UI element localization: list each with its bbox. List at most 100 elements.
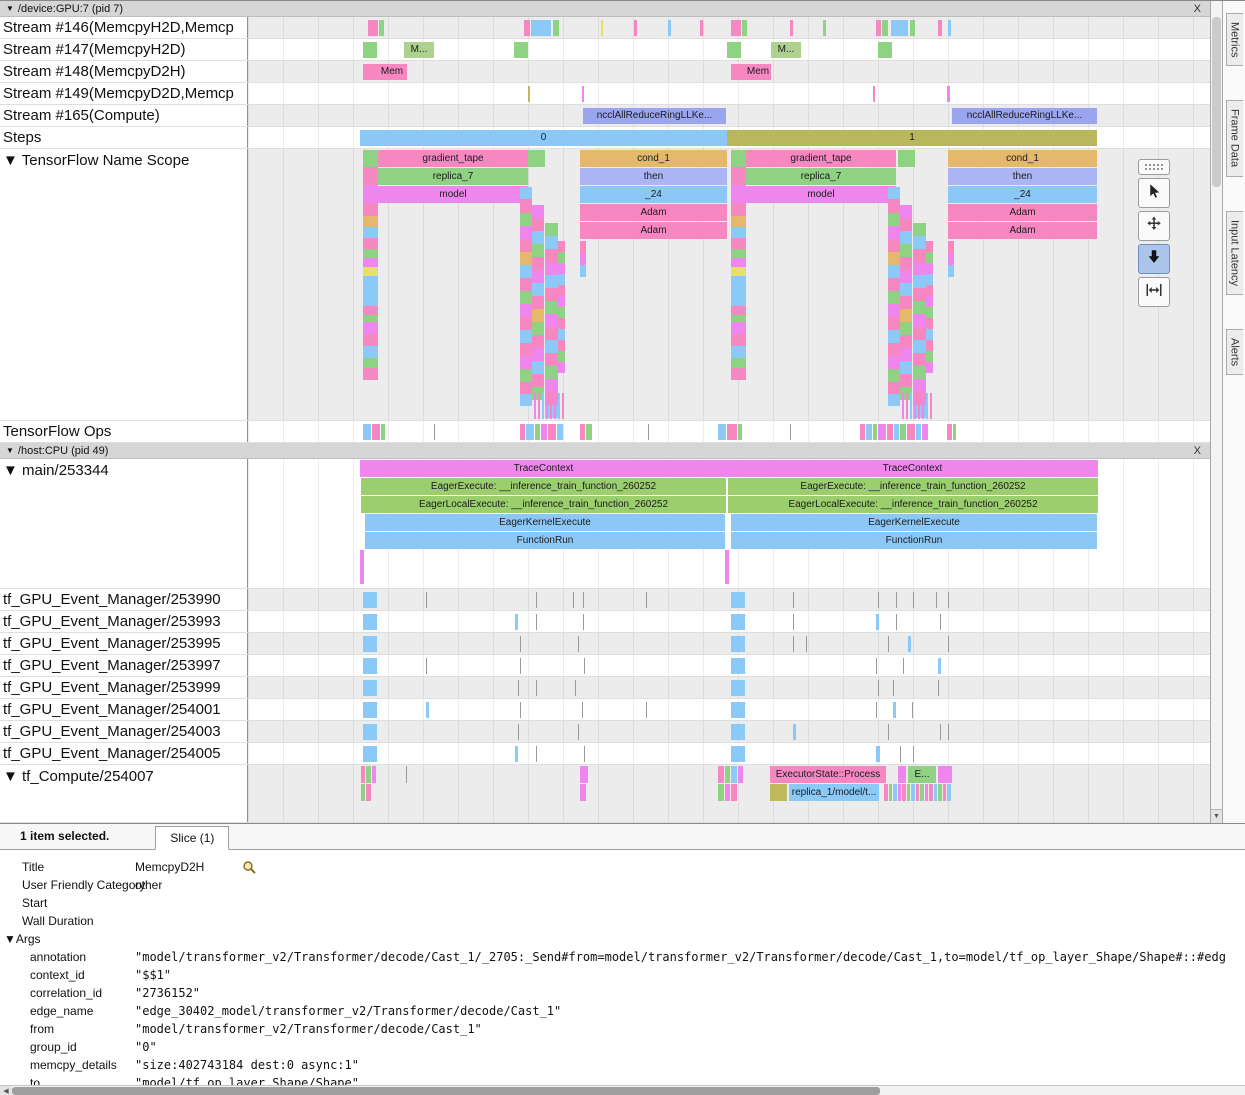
row-track[interactable]: [248, 677, 1210, 698]
stack-segment[interactable]: [913, 366, 926, 379]
timeline-slice[interactable]: [893, 680, 894, 696]
stack-segment[interactable]: [914, 393, 916, 419]
timeline-slice[interactable]: EagerKernelExecute: [365, 514, 725, 531]
stack-segment[interactable]: [900, 348, 912, 361]
timeline-slice[interactable]: [907, 784, 910, 801]
stack-segment[interactable]: [558, 285, 565, 296]
collapse-icon[interactable]: ▼: [6, 4, 14, 13]
stack-segment[interactable]: [910, 393, 912, 419]
scrollbar-thumb[interactable]: [12, 1087, 880, 1095]
stack-segment[interactable]: [363, 276, 378, 306]
stack-segment[interactable]: [902, 393, 904, 419]
scrollbar-thumb[interactable]: [1212, 17, 1221, 187]
stack-segment[interactable]: [900, 218, 912, 231]
stack-segment[interactable]: [888, 343, 900, 356]
timeline-slice[interactable]: model: [378, 186, 528, 203]
stack-segment[interactable]: [731, 322, 746, 334]
stack-segment[interactable]: [900, 322, 912, 335]
timeline-slice[interactable]: [938, 680, 939, 696]
timeline-slice[interactable]: [731, 64, 745, 80]
stack-segment[interactable]: [731, 216, 746, 227]
stack-segment[interactable]: [926, 274, 933, 285]
timeline-slice[interactable]: [911, 784, 915, 801]
timeline-slice[interactable]: [888, 724, 889, 740]
timeline-slice[interactable]: gradient_tape: [746, 150, 896, 167]
timeline-slice[interactable]: [907, 424, 915, 440]
timeline-slice[interactable]: [938, 658, 941, 674]
timeline-slice[interactable]: [727, 424, 737, 440]
stack-segment[interactable]: [731, 238, 746, 249]
timeline-slice[interactable]: [873, 86, 875, 102]
stack-segment[interactable]: [888, 199, 900, 213]
timeline-slice[interactable]: [731, 746, 745, 762]
row-track[interactable]: M...M...: [248, 39, 1210, 60]
selection-tool-button[interactable]: [1138, 178, 1170, 208]
row-track[interactable]: [248, 655, 1210, 676]
timeline-slice[interactable]: [882, 20, 888, 36]
row-track[interactable]: [248, 633, 1210, 654]
timeline-slice[interactable]: [520, 424, 525, 440]
stack-segment[interactable]: [888, 394, 900, 406]
timeline-slice[interactable]: [893, 702, 896, 718]
timeline-slice[interactable]: EagerKernelExecute: [731, 514, 1097, 531]
timeline-slice[interactable]: [920, 784, 924, 801]
timeline-slice[interactable]: [360, 550, 364, 584]
timeline-slice[interactable]: [896, 592, 897, 608]
timeline-slice[interactable]: EagerExecute: __inference_train_function…: [361, 478, 726, 495]
stack-segment[interactable]: [545, 275, 558, 288]
stack-segment[interactable]: [731, 315, 746, 322]
timeline-slice[interactable]: [366, 784, 371, 801]
row-track[interactable]: [248, 743, 1210, 764]
stack-segment[interactable]: [520, 226, 532, 239]
stack-segment[interactable]: [520, 304, 532, 317]
timeline-slice[interactable]: [668, 20, 671, 36]
timeline-slice[interactable]: [648, 424, 649, 440]
timeline-slice[interactable]: [898, 150, 915, 167]
timeline-slice[interactable]: [634, 20, 637, 36]
timeline-slice[interactable]: [535, 424, 540, 440]
side-tab-metrics[interactable]: Metrics: [1226, 13, 1243, 66]
stack-segment[interactable]: [900, 231, 912, 244]
stack-segment[interactable]: [926, 252, 933, 263]
stack-segment[interactable]: [532, 231, 544, 244]
timeline-slice[interactable]: [363, 658, 377, 674]
timeline-slice[interactable]: [725, 766, 730, 783]
stack-segment[interactable]: [532, 270, 544, 283]
scroll-left-button[interactable]: ◀: [0, 1086, 12, 1095]
timeline-slice[interactable]: [891, 20, 908, 36]
timeline-slice[interactable]: [910, 20, 915, 36]
stack-segment[interactable]: [888, 369, 900, 382]
timeline-slice[interactable]: [583, 592, 584, 608]
close-button[interactable]: X: [1191, 3, 1204, 15]
timeline-slice[interactable]: [573, 592, 574, 608]
timeline-slice[interactable]: [363, 724, 377, 740]
timeline-slice[interactable]: [876, 702, 877, 718]
tab-slice[interactable]: Slice (1): [155, 826, 229, 850]
timeline-slice[interactable]: [793, 592, 794, 608]
timeline-slice[interactable]: [731, 636, 745, 652]
stack-segment[interactable]: [731, 334, 746, 346]
stack-segment[interactable]: [545, 353, 558, 366]
stack-segment[interactable]: [913, 275, 926, 288]
timeline-slice[interactable]: FunctionRun: [365, 532, 725, 549]
timeline-slice[interactable]: [426, 592, 427, 608]
timeline-slice[interactable]: Adam: [948, 204, 1097, 221]
timeline-slice[interactable]: ncclAllReduceRingLLKe...: [583, 108, 726, 124]
side-tab-frame-data[interactable]: Frame Data: [1226, 100, 1243, 176]
timeline-slice[interactable]: [363, 424, 371, 440]
timeline-slice[interactable]: [526, 424, 534, 440]
stack-segment[interactable]: [545, 288, 558, 301]
timeline-slice[interactable]: [515, 746, 518, 762]
stack-segment[interactable]: [926, 318, 933, 329]
timeline-slice[interactable]: [379, 20, 384, 36]
timeline-slice[interactable]: [363, 746, 377, 762]
timeline-slice[interactable]: [793, 614, 794, 630]
timeline-slice[interactable]: then: [948, 168, 1097, 185]
stack-segment[interactable]: [888, 239, 900, 252]
stack-segment[interactable]: [900, 309, 912, 322]
timeline-slice[interactable]: ncclAllReduceRingLLKe...: [952, 108, 1097, 124]
timeline-slice[interactable]: [900, 424, 906, 440]
stack-segment[interactable]: [520, 265, 532, 278]
stack-segment[interactable]: [363, 227, 378, 238]
stack-segment[interactable]: [913, 379, 926, 392]
